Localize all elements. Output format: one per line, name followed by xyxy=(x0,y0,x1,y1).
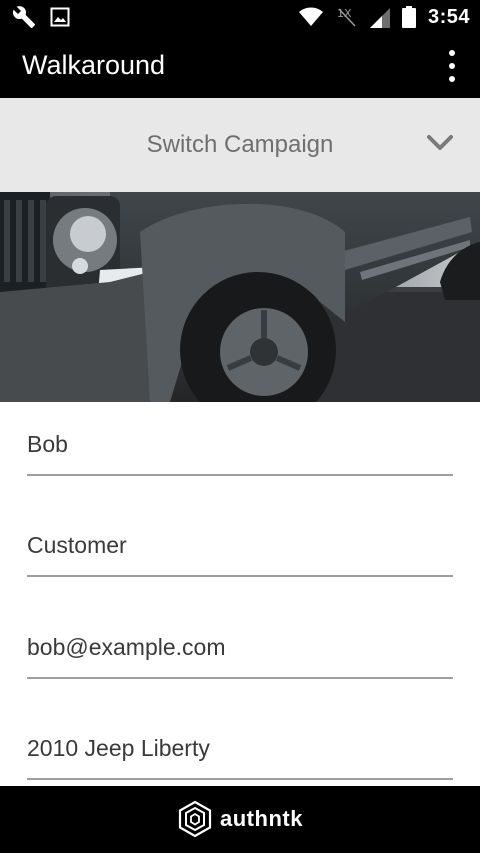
image-icon xyxy=(50,7,70,27)
footer: authntk xyxy=(0,786,480,853)
page-title: Walkaround xyxy=(22,50,166,80)
brand: authntk xyxy=(178,800,303,838)
first-name-field[interactable]: Bob xyxy=(27,402,453,476)
vehicle-photo xyxy=(0,192,480,402)
overflow-menu-icon[interactable] xyxy=(446,50,458,82)
wrench-icon xyxy=(12,6,35,28)
email-value: bob@example.com xyxy=(27,634,226,660)
switch-campaign-dropdown[interactable]: Switch Campaign xyxy=(0,98,480,192)
battery-icon xyxy=(401,6,416,28)
email-field[interactable]: bob@example.com xyxy=(27,605,453,679)
status-time: 3:54 xyxy=(427,5,470,28)
status-right-icons: 1X 3:54 xyxy=(298,3,470,31)
vehicle-value: 2010 Jeep Liberty xyxy=(27,735,210,761)
authntk-logo-icon xyxy=(178,800,212,838)
brand-name: authntk xyxy=(220,806,303,831)
wifi-icon xyxy=(298,7,323,26)
cell-signal-icon xyxy=(369,8,390,28)
vehicle-field[interactable]: 2010 Jeep Liberty xyxy=(27,706,453,780)
chevron-down-icon xyxy=(427,135,453,150)
app-bar: Walkaround xyxy=(0,34,480,98)
walkaround-screen: 1X 3:54 Walkaround Switch Campaign Bob C… xyxy=(0,0,480,853)
last-name-value: Customer xyxy=(27,532,127,558)
switch-campaign-label: Switch Campaign xyxy=(146,131,334,158)
last-name-field[interactable]: Customer xyxy=(27,503,453,577)
status-bar: 1X 3:54 xyxy=(0,0,480,34)
mobile-data-off-icon: 1X xyxy=(337,7,356,27)
first-name-value: Bob xyxy=(27,431,68,457)
status-left-icons xyxy=(12,5,70,29)
